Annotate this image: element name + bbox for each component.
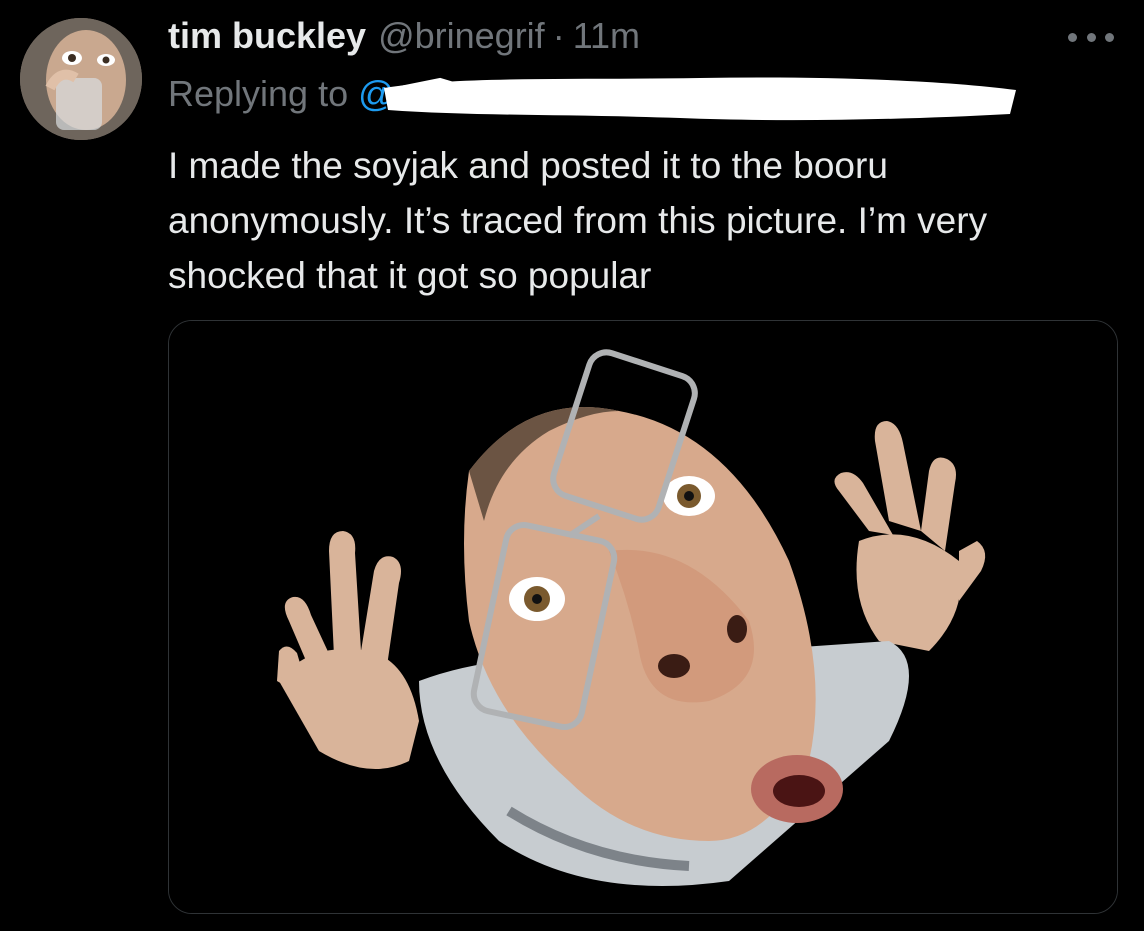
- separator-dot: ·: [552, 15, 565, 56]
- author-name[interactable]: tim buckley: [168, 14, 366, 58]
- author-handle[interactable]: @brinegrif: [378, 14, 545, 58]
- avatar-image: [20, 18, 142, 140]
- replying-to: Replying to @: [168, 72, 395, 116]
- tweet: tim buckley @brinegrif · 11m Replying to…: [0, 0, 1144, 931]
- timestamp[interactable]: 11m: [573, 14, 640, 58]
- tweet-media[interactable]: [168, 320, 1118, 914]
- tweet-text: I made the soyjak and posted it to the b…: [168, 145, 988, 296]
- dot-icon: [1068, 32, 1077, 42]
- redaction-scribble: [384, 77, 1016, 121]
- more-horizontal-icon[interactable]: [1068, 24, 1114, 50]
- avatar[interactable]: [20, 18, 142, 140]
- tweet-header: tim buckley @brinegrif · 11m: [168, 14, 640, 58]
- dot-icon: [1086, 32, 1096, 42]
- media-photo: [169, 321, 1117, 913]
- dot-icon: [1105, 32, 1114, 42]
- replying-prefix: Replying to: [168, 73, 349, 114]
